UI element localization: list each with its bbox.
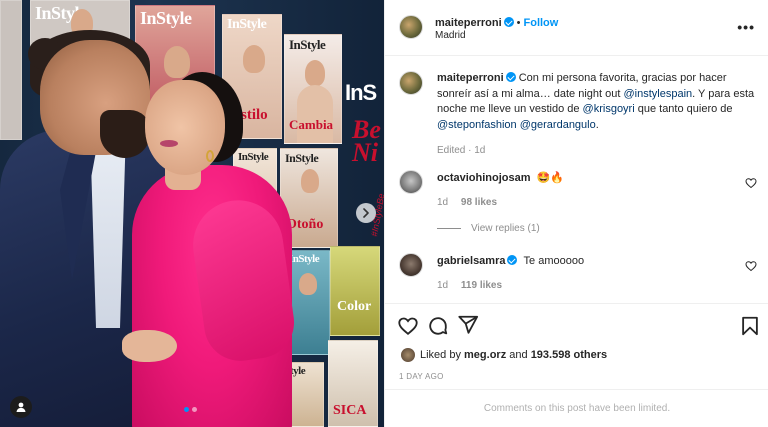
verified-icon: [503, 17, 514, 27]
follow-button[interactable]: Follow: [524, 17, 559, 29]
verified-icon: [507, 255, 518, 265]
comment-text: Te amooooo: [523, 255, 585, 267]
post-details-panel: maiteperroni • Follow Madrid ••• maiteperr…: [384, 0, 768, 427]
comment: octaviohinojosam 🤩🔥 1d 98 likes: [437, 171, 737, 210]
comment-icon[interactable]: [427, 315, 449, 337]
likes-middle: and: [506, 349, 531, 361]
post-timestamp[interactable]: 1 DAY AGO: [399, 372, 444, 381]
liker-username[interactable]: meg.orz: [464, 349, 506, 361]
mention-link[interactable]: @krisgoyri: [583, 103, 635, 115]
magazine-title: InStyle: [289, 37, 326, 52]
view-replies-label: View replies (1): [471, 223, 540, 234]
likes-count[interactable]: 193.598 others: [531, 349, 607, 361]
comment-meta: 1d 119 likes: [437, 278, 737, 293]
liker-avatar[interactable]: [401, 348, 415, 362]
comment-time: 1d: [437, 197, 449, 208]
caption-username[interactable]: maiteperroni: [437, 72, 504, 84]
magazine-cover: SICA: [328, 340, 378, 427]
more-options-icon[interactable]: •••: [737, 19, 755, 35]
magazine-title: InStyle: [238, 151, 269, 163]
mention-link[interactable]: @gerardangulo: [520, 119, 596, 131]
carousel-dot: [184, 407, 189, 412]
view-replies-button[interactable]: View replies (1): [437, 223, 540, 234]
comment: gabrielsamra Te amooooo 1d 119 likes: [437, 254, 737, 293]
magazine-title: InStyle: [289, 253, 320, 265]
comment-likes[interactable]: 98 likes: [461, 197, 497, 208]
likes-prefix: Liked by: [420, 349, 465, 361]
cover-word: Cambia: [289, 117, 334, 132]
bookmark-icon[interactable]: [739, 315, 761, 337]
author-avatar[interactable]: [399, 15, 423, 39]
comment-like-heart-icon[interactable]: [745, 177, 757, 189]
cover-word: SICA: [333, 403, 367, 418]
mention-link[interactable]: @steponfashion: [437, 119, 517, 131]
comment-username[interactable]: gabrielsamra: [437, 255, 505, 267]
replies-line: [437, 228, 461, 229]
caption-text: que tanto quiero de: [634, 103, 733, 115]
magazine-banner-headline: Be Ni: [352, 115, 381, 168]
magazine-title: InStyle: [285, 151, 319, 165]
next-arrow-icon: [363, 208, 369, 218]
man-beard: [100, 110, 150, 158]
carousel-indicator: [184, 407, 197, 412]
author-username[interactable]: maiteperroni: [435, 17, 502, 29]
magazine-title: InStyle: [140, 8, 192, 28]
user-tag-icon: [16, 402, 26, 412]
header-separator: •: [516, 17, 521, 29]
caption-text: .: [595, 118, 599, 131]
mention-link[interactable]: @instylespain: [623, 88, 692, 100]
woman-earring: [206, 150, 214, 162]
post-actions: Liked by meg.orz and 193.598 others 1 DA…: [385, 303, 768, 427]
post-caption: maiteperroni Con mi persona favorita, gr…: [437, 71, 757, 159]
magazine-banner: InS: [345, 80, 377, 105]
comments-scroll-area[interactable]: maiteperroni Con mi persona favorita, gr…: [385, 57, 768, 302]
carousel-dot: [192, 407, 197, 412]
caption-meta: Edited · 1d: [437, 145, 486, 156]
commenter-avatar[interactable]: [399, 170, 423, 194]
post-photo[interactable]: InStyle InStyle InStyle Estilo InStyle C…: [0, 0, 384, 427]
magazine-cover: InStyle Cambia: [284, 34, 342, 144]
like-heart-icon[interactable]: [397, 315, 419, 337]
post-header: maiteperroni • Follow Madrid •••: [385, 0, 768, 56]
post-location[interactable]: Madrid: [435, 30, 466, 41]
caption-author-avatar[interactable]: [399, 71, 423, 95]
comment-like-heart-icon[interactable]: [745, 260, 757, 272]
magazine-cover: [0, 0, 22, 140]
magazine-title: InStyle: [227, 17, 267, 32]
likes-summary: Liked by meg.orz and 193.598 others: [401, 348, 607, 362]
share-icon[interactable]: [457, 314, 479, 336]
comment-likes[interactable]: 119 likes: [461, 280, 502, 291]
next-photo-button[interactable]: [356, 203, 376, 223]
woman-hand: [122, 330, 177, 362]
cover-word: Color: [337, 299, 372, 314]
woman-lips: [160, 140, 178, 147]
tagged-users-button[interactable]: [10, 396, 32, 418]
commenter-avatar[interactable]: [399, 253, 423, 277]
comments-limited-notice: Comments on this post have been limited.: [385, 389, 768, 427]
verified-icon: [505, 72, 516, 82]
comment-time: 1d: [437, 280, 449, 291]
comment-username[interactable]: octaviohinojosam: [437, 172, 531, 184]
comment-meta: 1d 98 likes: [437, 195, 737, 210]
comment-text: 🤩🔥: [536, 172, 564, 184]
woman-face: [145, 80, 225, 175]
magazine-cover: Color: [330, 246, 380, 336]
